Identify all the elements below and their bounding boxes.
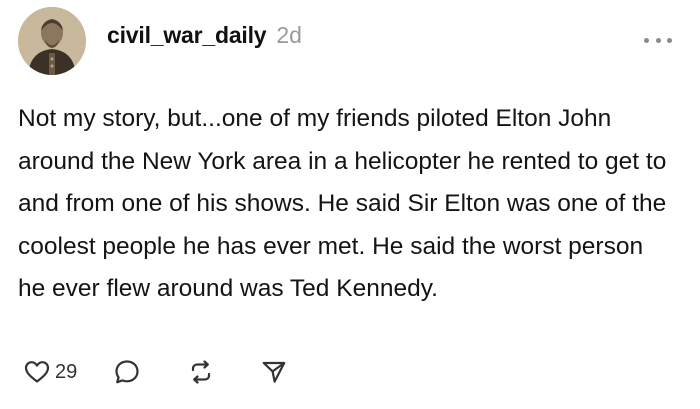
heart-icon bbox=[24, 361, 50, 383]
share-button[interactable] bbox=[261, 359, 287, 385]
timestamp[interactable]: 2d bbox=[276, 22, 302, 49]
more-dot bbox=[667, 37, 672, 43]
comment-bubble-icon bbox=[115, 360, 139, 384]
post-body-text: Not my story, but...one of my friends pi… bbox=[18, 105, 667, 302]
avatar-portrait-image bbox=[18, 7, 86, 75]
like-count: 29 bbox=[55, 360, 78, 383]
reply-button[interactable] bbox=[114, 359, 140, 385]
repost-arrows-icon bbox=[192, 360, 211, 384]
post-header: civil_war_daily 2d bbox=[107, 22, 302, 58]
more-options-icon[interactable] bbox=[644, 34, 672, 46]
post-card: civil_war_daily 2d Not my story, but...o… bbox=[0, 0, 700, 409]
username-link[interactable]: civil_war_daily bbox=[107, 22, 267, 49]
more-dot bbox=[655, 37, 661, 43]
send-paper-plane-icon bbox=[262, 361, 286, 383]
more-dot bbox=[644, 37, 649, 43]
like-button[interactable]: 29 bbox=[24, 360, 77, 384]
repost-button[interactable] bbox=[188, 359, 214, 385]
post-actions-bar: 29 bbox=[24, 352, 287, 392]
avatar[interactable] bbox=[18, 7, 86, 75]
